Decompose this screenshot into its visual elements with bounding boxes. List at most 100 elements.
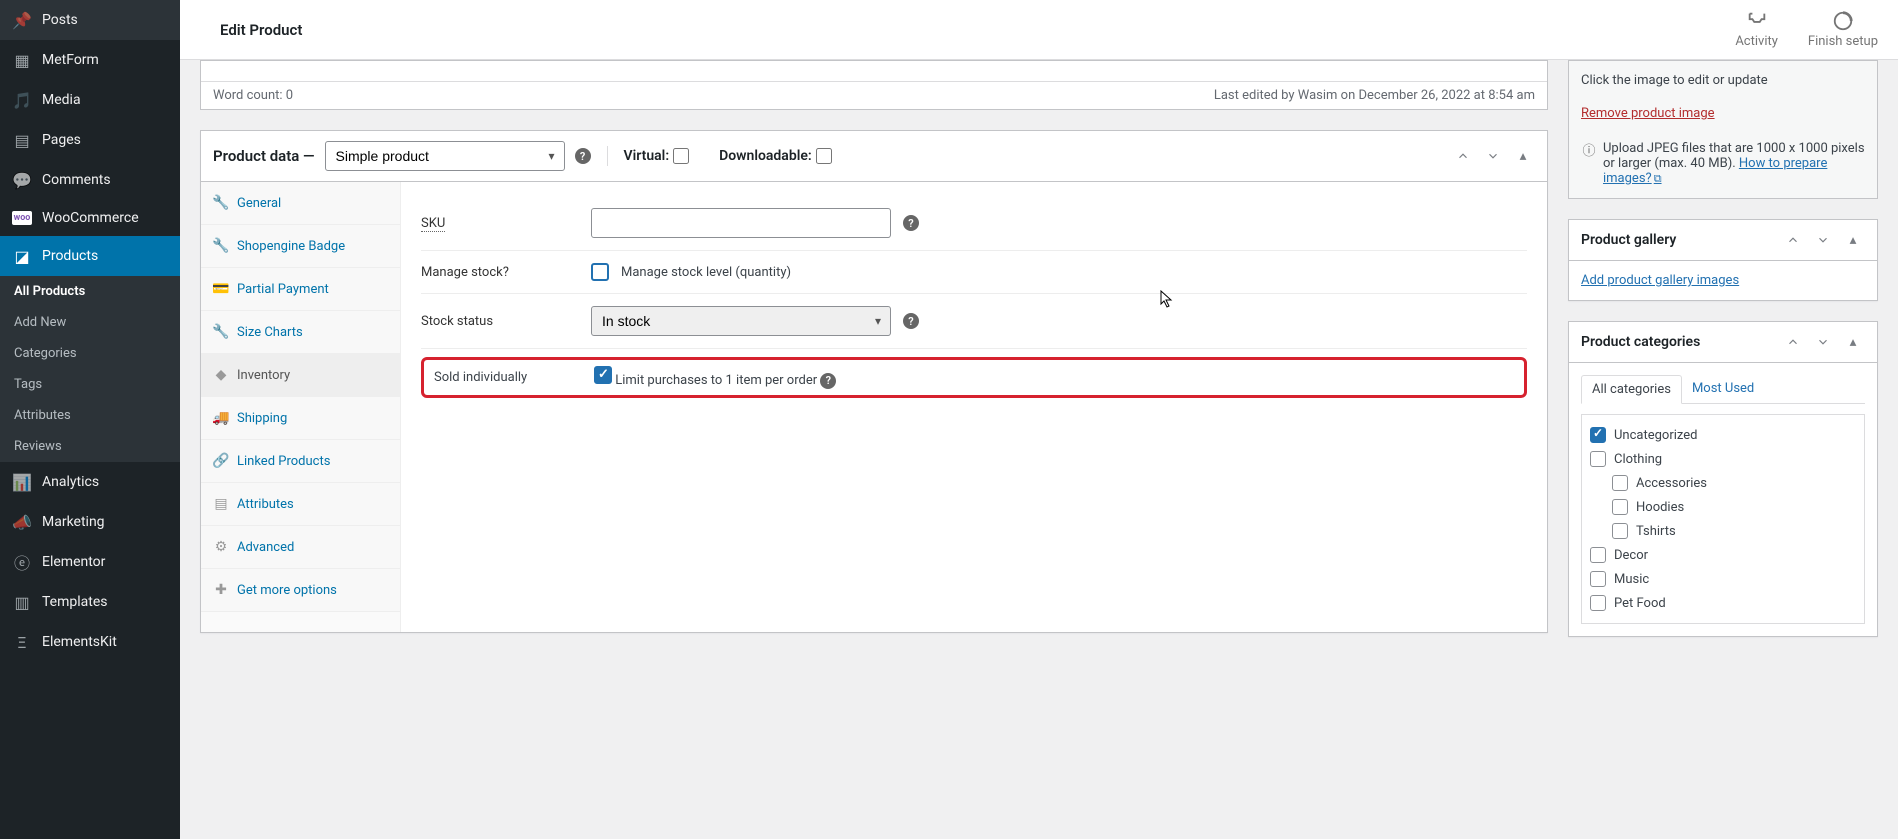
menu-analytics[interactable]: 📊Analytics [0,462,180,502]
finish-setup-button[interactable]: Finish setup [1808,10,1878,49]
submenu-tags[interactable]: Tags [0,369,180,400]
tab-size-charts[interactable]: 🔧Size Charts [201,311,400,354]
cat-checkbox[interactable] [1612,523,1628,539]
submenu-categories[interactable]: Categories [0,338,180,369]
help-icon[interactable]: ? [903,313,919,329]
menu-pages[interactable]: ▤Pages [0,120,180,160]
panel-up-button[interactable] [1451,144,1475,168]
tab-general[interactable]: 🔧General [201,182,400,225]
tab-inventory[interactable]: ◆Inventory [201,354,400,397]
cat-item-music[interactable]: Music [1590,567,1856,591]
menu-comments[interactable]: 💬Comments [0,160,180,200]
virtual-option[interactable]: Virtual: [624,148,690,164]
sold-individually-checkbox[interactable] [594,366,612,384]
wrench-icon: 🔧 [213,195,229,211]
cat-checkbox[interactable] [1590,451,1606,467]
help-icon[interactable]: ? [575,148,591,164]
cat-checkbox[interactable] [1590,427,1606,443]
cat-item-accessories[interactable]: Accessories [1590,471,1856,495]
product-type-select[interactable]: Simple product [325,141,565,171]
menu-templates[interactable]: ▥Templates [0,582,180,622]
cat-tab-most-used[interactable]: Most Used [1682,375,1764,403]
panel-toggle-button[interactable]: ▴ [1511,144,1535,168]
menu-elementskit[interactable]: ΞElementsKit [0,622,180,662]
form-icon: ▦ [12,50,32,70]
marketing-icon: 📣 [12,512,32,532]
menu-pages-label: Pages [42,132,81,148]
cat-item-uncategorized[interactable]: Uncategorized [1590,423,1856,447]
tab-shopengine-badge[interactable]: 🔧Shopengine Badge [201,225,400,268]
inventory-icon: ◆ [213,367,229,383]
menu-posts[interactable]: 📌Posts [0,0,180,40]
menu-marketing[interactable]: 📣 Marketing [0,502,180,542]
cat-checkbox[interactable] [1590,547,1606,563]
panel-up-button[interactable] [1781,330,1805,354]
cat-checkbox[interactable] [1590,595,1606,611]
cat-checkbox[interactable] [1612,475,1628,491]
cat-item-petfood[interactable]: Pet Food [1590,591,1856,615]
cat-item-clothing[interactable]: Clothing [1590,447,1856,471]
panel-down-button[interactable] [1811,228,1835,252]
menu-products-label: Products [42,248,98,264]
add-gallery-images-link[interactable]: Add product gallery images [1581,273,1739,288]
card-icon: 💳 [213,281,229,297]
panel-up-button[interactable] [1781,228,1805,252]
plus-icon: ✚ [213,582,229,598]
tab-shipping[interactable]: 🚚Shipping [201,397,400,440]
external-icon: ⧉ [1654,172,1662,185]
stock-status-select[interactable]: In stock [591,306,891,336]
cat-tab-all[interactable]: All categories [1581,375,1682,404]
tab-get-more[interactable]: ✚Get more options [201,569,400,612]
menu-woocommerce[interactable]: woo WooCommerce [0,200,180,236]
templates-icon: ▥ [12,592,32,612]
activity-label: Activity [1735,34,1778,49]
panel-toggle-button[interactable]: ▴ [1841,228,1865,252]
content-editor: Word count: 0 Last edited by Wasim on De… [200,60,1548,110]
menu-marketing-label: Marketing [42,514,105,530]
wrench-icon: 🔧 [213,238,229,254]
menu-products[interactable]: ◪Products [0,236,180,276]
remove-product-image-link[interactable]: Remove product image [1581,106,1715,121]
cat-checkbox[interactable] [1612,499,1628,515]
menu-elementor[interactable]: ⓔElementor [0,542,180,582]
image-edit-hint: Click the image to edit or update [1581,73,1865,88]
product-image-panel-body: Click the image to edit or update Remove… [1568,60,1878,199]
menu-woocommerce-label: WooCommerce [42,210,139,226]
submenu-all-products[interactable]: All Products [0,276,180,307]
submenu-reviews[interactable]: Reviews [0,431,180,462]
category-list[interactable]: Uncategorized Clothing Accessories Hoodi… [1581,414,1865,624]
word-count: Word count: 0 [213,88,293,103]
tab-attributes[interactable]: ▤Attributes [201,483,400,526]
tab-linked-products[interactable]: 🔗Linked Products [201,440,400,483]
panel-down-button[interactable] [1811,330,1835,354]
upload-note-text: Upload JPEG files that are 1000 x 1000 p… [1603,141,1865,186]
cat-item-decor[interactable]: Decor [1590,543,1856,567]
panel-down-button[interactable] [1481,144,1505,168]
panel-toggle-button[interactable]: ▴ [1841,330,1865,354]
manage-stock-checkbox[interactable] [591,263,609,281]
info-icon: ⓘ [1581,141,1597,157]
cat-item-tshirts[interactable]: Tshirts [1590,519,1856,543]
help-icon[interactable]: ? [820,373,836,389]
virtual-checkbox[interactable] [673,148,689,164]
cat-item-hoodies[interactable]: Hoodies [1590,495,1856,519]
tab-advanced[interactable]: ⚙Advanced [201,526,400,569]
elementskit-icon: Ξ [12,632,32,652]
menu-metform[interactable]: ▦MetForm [0,40,180,80]
woo-icon: woo [12,211,32,225]
menu-media[interactable]: 🎵Media [0,80,180,120]
manage-stock-label: Manage stock? [421,265,591,280]
help-icon[interactable]: ? [903,215,919,231]
submenu-attributes[interactable]: Attributes [0,400,180,431]
sku-input[interactable] [591,208,891,238]
downloadable-option[interactable]: Downloadable: [719,148,832,164]
cat-checkbox[interactable] [1590,571,1606,587]
virtual-label: Virtual: [624,148,670,164]
downloadable-checkbox[interactable] [816,148,832,164]
submenu-add-new[interactable]: Add New [0,307,180,338]
product-categories-title: Product categories [1581,334,1700,350]
sold-individually-highlight: Sold individually Limit purchases to 1 i… [421,357,1527,398]
tab-partial-payment[interactable]: 💳Partial Payment [201,268,400,311]
activity-button[interactable]: Activity [1735,10,1778,49]
page-title: Edit Product [220,21,302,39]
